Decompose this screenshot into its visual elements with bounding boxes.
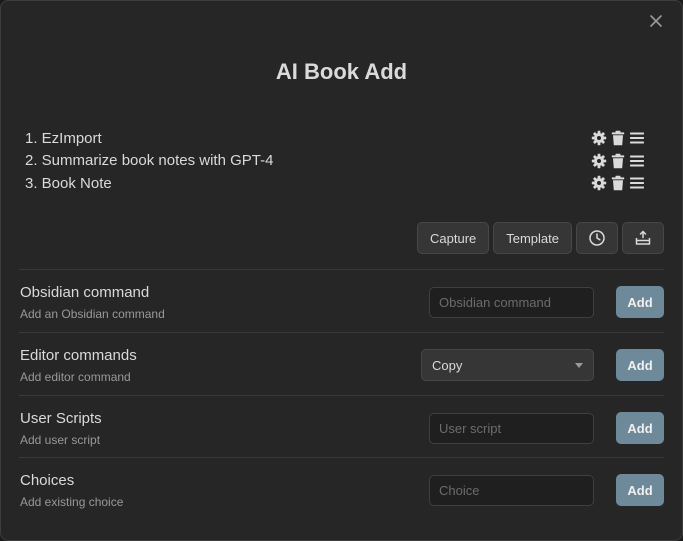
close-icon[interactable] bbox=[646, 11, 666, 31]
gear-icon[interactable] bbox=[591, 153, 607, 169]
editor-command-select[interactable]: Copy bbox=[421, 349, 594, 381]
drag-handle-icon[interactable] bbox=[629, 153, 645, 169]
setting-editor-commands: Editor commands Add editor command Copy … bbox=[19, 332, 664, 395]
nested-choice-button[interactable] bbox=[622, 222, 664, 254]
trash-icon[interactable] bbox=[610, 130, 626, 146]
editor-command-selected: Copy bbox=[432, 357, 463, 373]
macro-step-actions bbox=[591, 130, 645, 146]
setting-description: Add editor command bbox=[20, 370, 131, 384]
template-button[interactable]: Template bbox=[493, 222, 572, 254]
setting-name: Choices bbox=[20, 472, 75, 489]
add-choice-button[interactable]: Add bbox=[616, 474, 664, 506]
macro-step-actions bbox=[591, 153, 645, 169]
add-editor-command-button[interactable]: Add bbox=[616, 349, 664, 381]
trash-icon[interactable] bbox=[610, 153, 626, 169]
setting-description: Add existing choice bbox=[20, 495, 124, 509]
chevron-down-icon bbox=[575, 362, 583, 368]
setting-description: Add an Obsidian command bbox=[20, 307, 165, 321]
macro-step-list: 1. EzImport 2. Summarize book notes with… bbox=[25, 127, 655, 195]
modal-title: AI Book Add bbox=[275, 59, 408, 84]
capture-button[interactable]: Capture bbox=[417, 222, 490, 254]
trash-icon[interactable] bbox=[610, 175, 626, 191]
choice-input[interactable] bbox=[429, 475, 594, 506]
setting-name: Obsidian command bbox=[20, 284, 150, 301]
clock-icon bbox=[588, 229, 606, 247]
tray-upload-icon bbox=[634, 229, 652, 247]
setting-user-scripts: User Scripts Add user script Add bbox=[19, 395, 664, 458]
setting-name: Editor commands bbox=[20, 347, 137, 364]
macro-toolbar: Capture Template bbox=[417, 222, 664, 254]
macro-step-label: 3. Book Note bbox=[25, 174, 112, 192]
gear-icon[interactable] bbox=[591, 175, 607, 191]
macro-step: 1. EzImport bbox=[25, 127, 655, 150]
drag-handle-icon[interactable] bbox=[629, 175, 645, 191]
macro-builder-modal: AI Book Add 1. EzImport 2. Summarize boo… bbox=[0, 0, 683, 541]
wait-button[interactable] bbox=[576, 222, 618, 254]
macro-step-label: 1. EzImport bbox=[25, 129, 102, 147]
setting-choices: Choices Add existing choice Add bbox=[19, 457, 664, 520]
setting-description: Add user script bbox=[20, 433, 101, 447]
macro-step: 3. Book Note bbox=[25, 172, 655, 195]
gear-icon[interactable] bbox=[591, 130, 607, 146]
setting-name: User Scripts bbox=[20, 410, 102, 427]
macro-step-label: 2. Summarize book notes with GPT-4 bbox=[25, 152, 274, 170]
setting-obsidian-command: Obsidian command Add an Obsidian command… bbox=[19, 269, 664, 332]
add-obsidian-command-button[interactable]: Add bbox=[616, 286, 664, 318]
drag-handle-icon[interactable] bbox=[629, 130, 645, 146]
user-script-input[interactable] bbox=[429, 413, 594, 444]
add-user-script-button[interactable]: Add bbox=[616, 412, 664, 444]
macro-step-actions bbox=[591, 175, 645, 191]
macro-step: 2. Summarize book notes with GPT-4 bbox=[25, 150, 655, 173]
obsidian-command-input[interactable] bbox=[429, 287, 594, 318]
